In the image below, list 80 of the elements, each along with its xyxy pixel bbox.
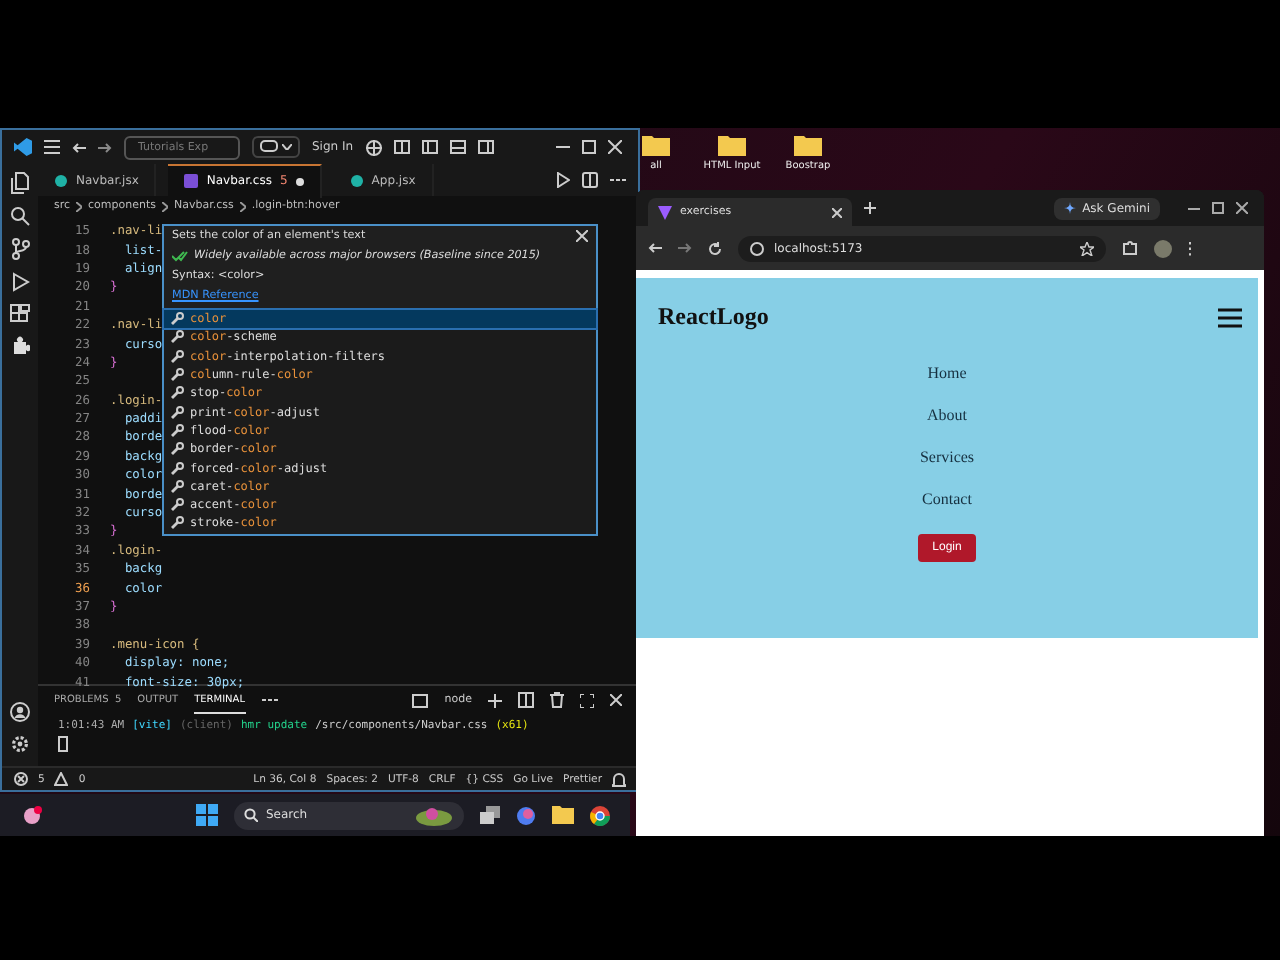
menu-icon[interactable] — [1218, 307, 1242, 327]
warning-icon — [54, 772, 69, 786]
folder-icon[interactable] — [718, 134, 746, 156]
run-icon[interactable] — [556, 172, 570, 188]
split-editor-icon[interactable] — [582, 172, 598, 188]
split-icon[interactable] — [518, 692, 534, 708]
nav-link[interactable]: About — [927, 406, 967, 424]
layout-icon[interactable] — [449, 140, 466, 154]
layout-icon[interactable] — [477, 140, 494, 154]
app-logo-icon — [14, 138, 32, 156]
bell-icon[interactable] — [612, 771, 626, 787]
avatar-icon[interactable] — [1154, 239, 1172, 257]
error-icon — [14, 772, 28, 786]
new-tab-icon[interactable] — [864, 202, 876, 214]
wrench-icon — [170, 498, 184, 513]
wrench-icon — [170, 405, 184, 420]
nav-link[interactable]: Services — [919, 448, 975, 466]
site-info-icon — [750, 241, 764, 255]
site-logo[interactable]: ReactLogo — [658, 302, 769, 332]
vite-icon — [658, 205, 672, 219]
back-arrow-icon[interactable] — [72, 141, 86, 153]
plus-icon[interactable] — [488, 693, 502, 707]
wrench-icon — [170, 516, 184, 531]
sparkle-icon — [1064, 202, 1077, 214]
chevron-right-icon — [76, 201, 83, 211]
close-icon[interactable] — [610, 694, 622, 706]
terminal-cursor — [58, 736, 68, 752]
wrench-icon — [170, 349, 184, 364]
minimize-icon[interactable] — [1188, 207, 1200, 209]
react-file-icon — [54, 173, 68, 187]
star-icon — [1080, 241, 1094, 255]
react-file-icon — [349, 173, 364, 187]
chevron-down-icon — [282, 144, 292, 150]
files-icon[interactable] — [10, 172, 30, 194]
start-icon[interactable] — [196, 804, 218, 826]
settings-icon[interactable] — [10, 734, 30, 754]
check-icon — [172, 250, 188, 262]
chevron-right-icon — [162, 201, 169, 211]
layout-icon[interactable] — [393, 140, 410, 154]
folder-icon[interactable] — [642, 134, 670, 156]
run-debug-icon[interactable] — [10, 272, 30, 292]
close-icon[interactable] — [608, 140, 622, 154]
folder-icon[interactable] — [794, 134, 822, 156]
copilot-icon[interactable] — [516, 805, 536, 825]
folder-icon[interactable] — [552, 806, 574, 824]
close-icon[interactable] — [576, 230, 588, 242]
wrench-icon — [170, 442, 184, 457]
chat-button[interactable] — [252, 136, 300, 158]
forward-arrow-icon[interactable] — [98, 141, 112, 153]
extensions-icon[interactable] — [1122, 240, 1138, 256]
browser-icon[interactable] — [590, 805, 610, 825]
wrench-icon — [170, 386, 184, 401]
globe-icon[interactable] — [365, 139, 382, 155]
wrench-icon — [170, 312, 184, 327]
reload-icon[interactable] — [708, 241, 722, 255]
account-icon[interactable] — [10, 702, 30, 722]
terminal-icon — [412, 693, 429, 707]
extensions-icon[interactable] — [10, 304, 30, 324]
search-icon — [244, 808, 258, 822]
nav-link[interactable]: Home — [927, 364, 967, 382]
layout-icon[interactable] — [421, 140, 438, 154]
wrench-icon — [170, 479, 184, 494]
wrench-icon — [170, 461, 184, 476]
maximize-icon[interactable] — [580, 693, 594, 707]
maximize-icon[interactable] — [1212, 202, 1224, 214]
chevron-right-icon — [239, 201, 246, 211]
css-file-icon — [184, 174, 199, 188]
maximize-icon[interactable] — [582, 140, 596, 154]
nav-link[interactable]: Contact — [922, 490, 972, 508]
trash-icon[interactable] — [550, 692, 564, 708]
source-control-icon[interactable] — [11, 238, 29, 260]
wrench-icon — [170, 368, 184, 383]
back-arrow-icon[interactable] — [648, 242, 662, 254]
forward-arrow-icon[interactable] — [678, 242, 692, 254]
task-view-icon[interactable] — [480, 806, 500, 824]
search-icon[interactable] — [10, 206, 30, 226]
close-icon[interactable] — [1236, 202, 1248, 214]
wrench-icon — [170, 423, 184, 438]
close-icon[interactable] — [832, 207, 842, 217]
wrench-icon — [170, 330, 184, 345]
